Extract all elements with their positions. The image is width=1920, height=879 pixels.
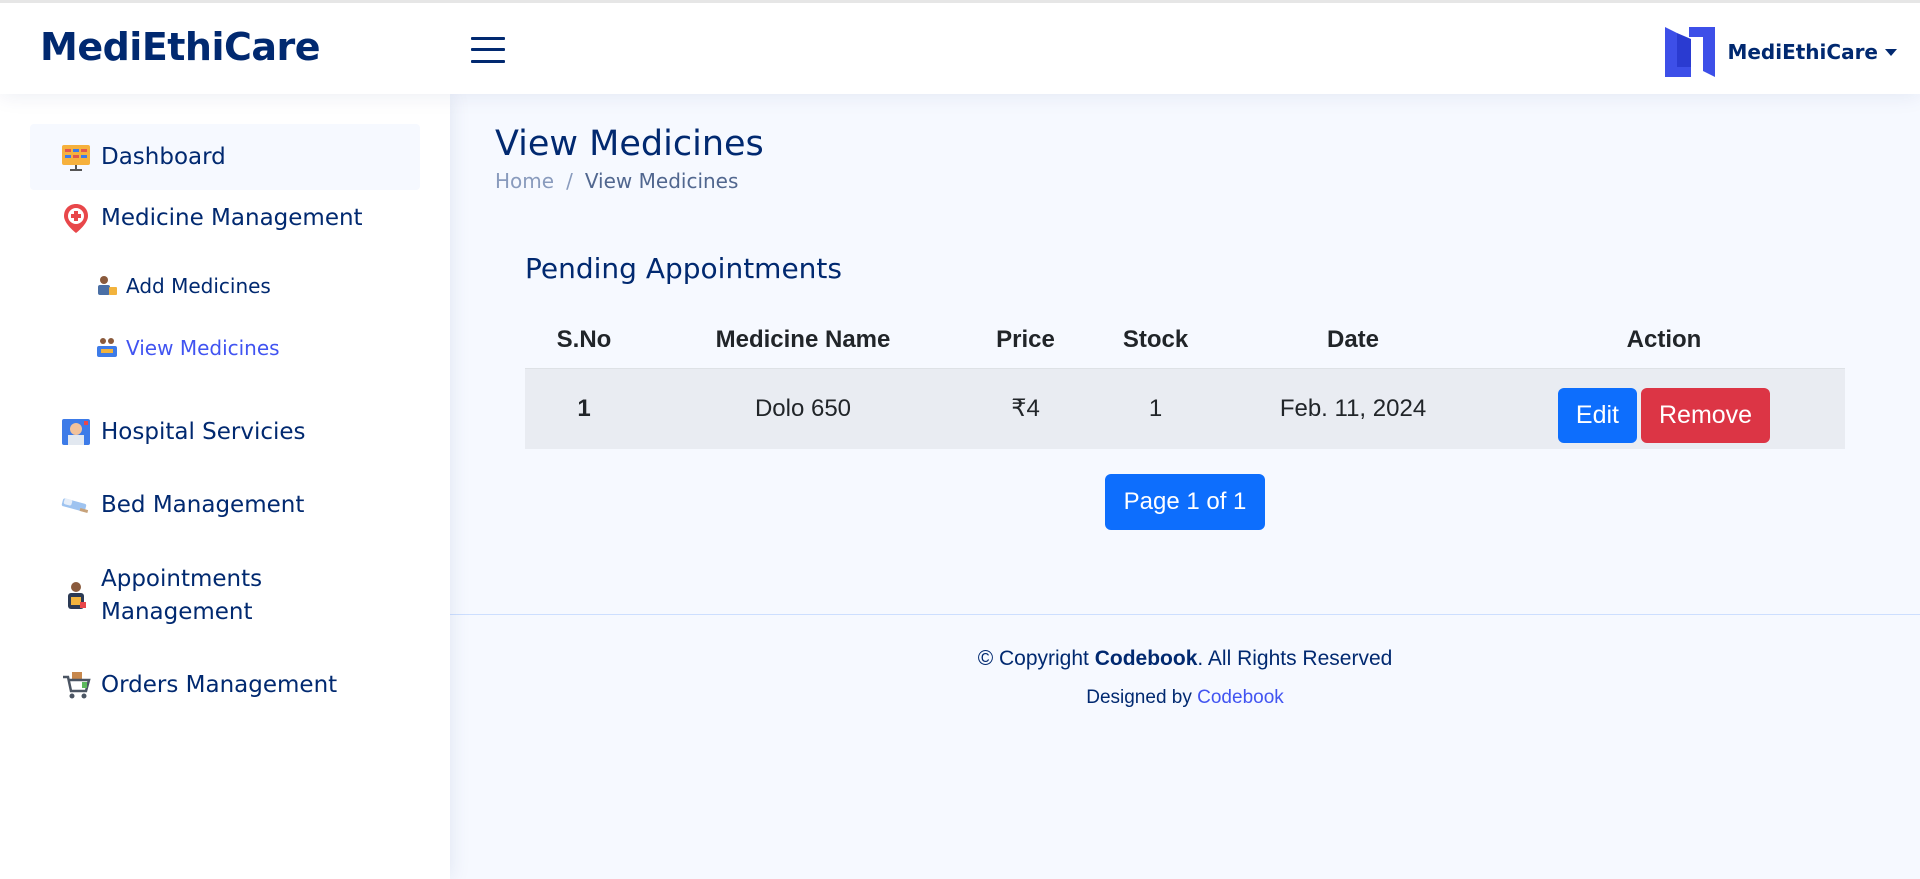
breadcrumb-home-link[interactable]: Home [495, 169, 554, 193]
pagination-indicator[interactable]: Page 1 of 1 [1105, 474, 1265, 530]
table-row: 1 Dolo 650 ₹4 1 Feb. 11, 2024 Edit Remove [525, 368, 1845, 449]
cell-actions: Edit Remove [1483, 368, 1845, 449]
column-header-stock: Stock [1088, 313, 1223, 369]
footer-copyright: © Copyright Codebook. All Rights Reserve… [450, 647, 1920, 671]
column-header-medicine-name: Medicine Name [643, 313, 963, 369]
sidebar-subitem-view-medicines[interactable]: View Medicines [95, 333, 280, 363]
sidebar-item-label: Dashboard [101, 144, 226, 170]
designer-link[interactable]: Codebook [1197, 687, 1284, 708]
sidebar: Dashboard Medicine Management Add Medici… [0, 94, 450, 879]
view-medicines-icon [97, 338, 117, 357]
column-header-price: Price [963, 313, 1088, 369]
copyright-suffix: . All Rights Reserved [1197, 647, 1393, 670]
footer-divider [450, 614, 1920, 615]
breadcrumb-current: View Medicines [584, 169, 739, 193]
sidebar-item-label: Medicine Management [101, 205, 363, 231]
edit-button[interactable]: Edit [1557, 388, 1637, 444]
appointments-icon [68, 582, 86, 609]
sidebar-item-dashboard[interactable]: Dashboard [30, 124, 420, 190]
footer-credits: Designed by Codebook [450, 687, 1920, 709]
sidebar-item-label: Orders Management [101, 672, 338, 698]
column-header-date: Date [1223, 313, 1483, 369]
sidebar-item-label: Appointments Management [101, 566, 263, 625]
profile-name: MediEthiCare [1727, 40, 1878, 64]
add-medicines-icon [98, 276, 117, 295]
cell-stock: 1 [1088, 368, 1223, 449]
sidebar-item-bed-management[interactable]: Bed Management [30, 485, 420, 525]
sidebar-subitem-add-medicines[interactable]: Add Medicines [95, 271, 271, 301]
brand-logo[interactable]: MediEthiCare [40, 25, 321, 69]
hospital-services-icon [62, 419, 90, 445]
cell-medicine-name: Dolo 650 [643, 368, 963, 449]
cell-price: ₹4 [963, 368, 1088, 449]
sidebar-item-medicine-management[interactable]: Medicine Management [30, 198, 420, 238]
medicine-pin-icon [64, 204, 88, 233]
cart-icon [63, 672, 91, 699]
sidebar-item-label: Bed Management [101, 492, 305, 518]
sidebar-item-hospital-services[interactable]: Hospital Servicies [30, 412, 420, 452]
breadcrumb: Home / View Medicines [495, 169, 738, 193]
profile-dropdown[interactable]: MediEthiCare [1663, 25, 1897, 79]
designed-by-label: Designed by [1086, 687, 1198, 708]
page-title: View Medicines [495, 124, 764, 164]
breadcrumb-separator: / [566, 169, 573, 193]
chevron-down-icon [1885, 48, 1897, 56]
dashboard-icon [62, 145, 90, 171]
bed-icon [61, 498, 89, 513]
sidebar-subitem-label: View Medicines [126, 336, 280, 360]
sidebar-item-label: Hospital Servicies [101, 419, 306, 445]
cell-date: Feb. 11, 2024 [1223, 368, 1483, 449]
remove-button[interactable]: Remove [1641, 388, 1771, 444]
column-header-action: Action [1483, 313, 1845, 369]
table-header-row: S.No Medicine Name Price Stock Date Acti… [525, 313, 1845, 369]
copyright-prefix: © Copyright [977, 647, 1095, 670]
sidebar-subitem-label: Add Medicines [126, 274, 271, 298]
profile-avatar-icon [1665, 27, 1716, 77]
copyright-owner: Codebook [1094, 647, 1198, 670]
top-header: MediEthiCare MediEthiCare [0, 0, 1920, 94]
column-header-sno: S.No [525, 313, 643, 369]
section-title: Pending Appointments [525, 252, 842, 285]
sidebar-item-orders-management[interactable]: Orders Management [30, 665, 420, 705]
medicines-table: S.No Medicine Name Price Stock Date Acti… [525, 313, 1845, 449]
sidebar-item-appointments-management[interactable]: Appointments Management [30, 561, 420, 631]
cell-sno: 1 [525, 368, 643, 449]
menu-toggle-icon[interactable] [471, 34, 505, 64]
